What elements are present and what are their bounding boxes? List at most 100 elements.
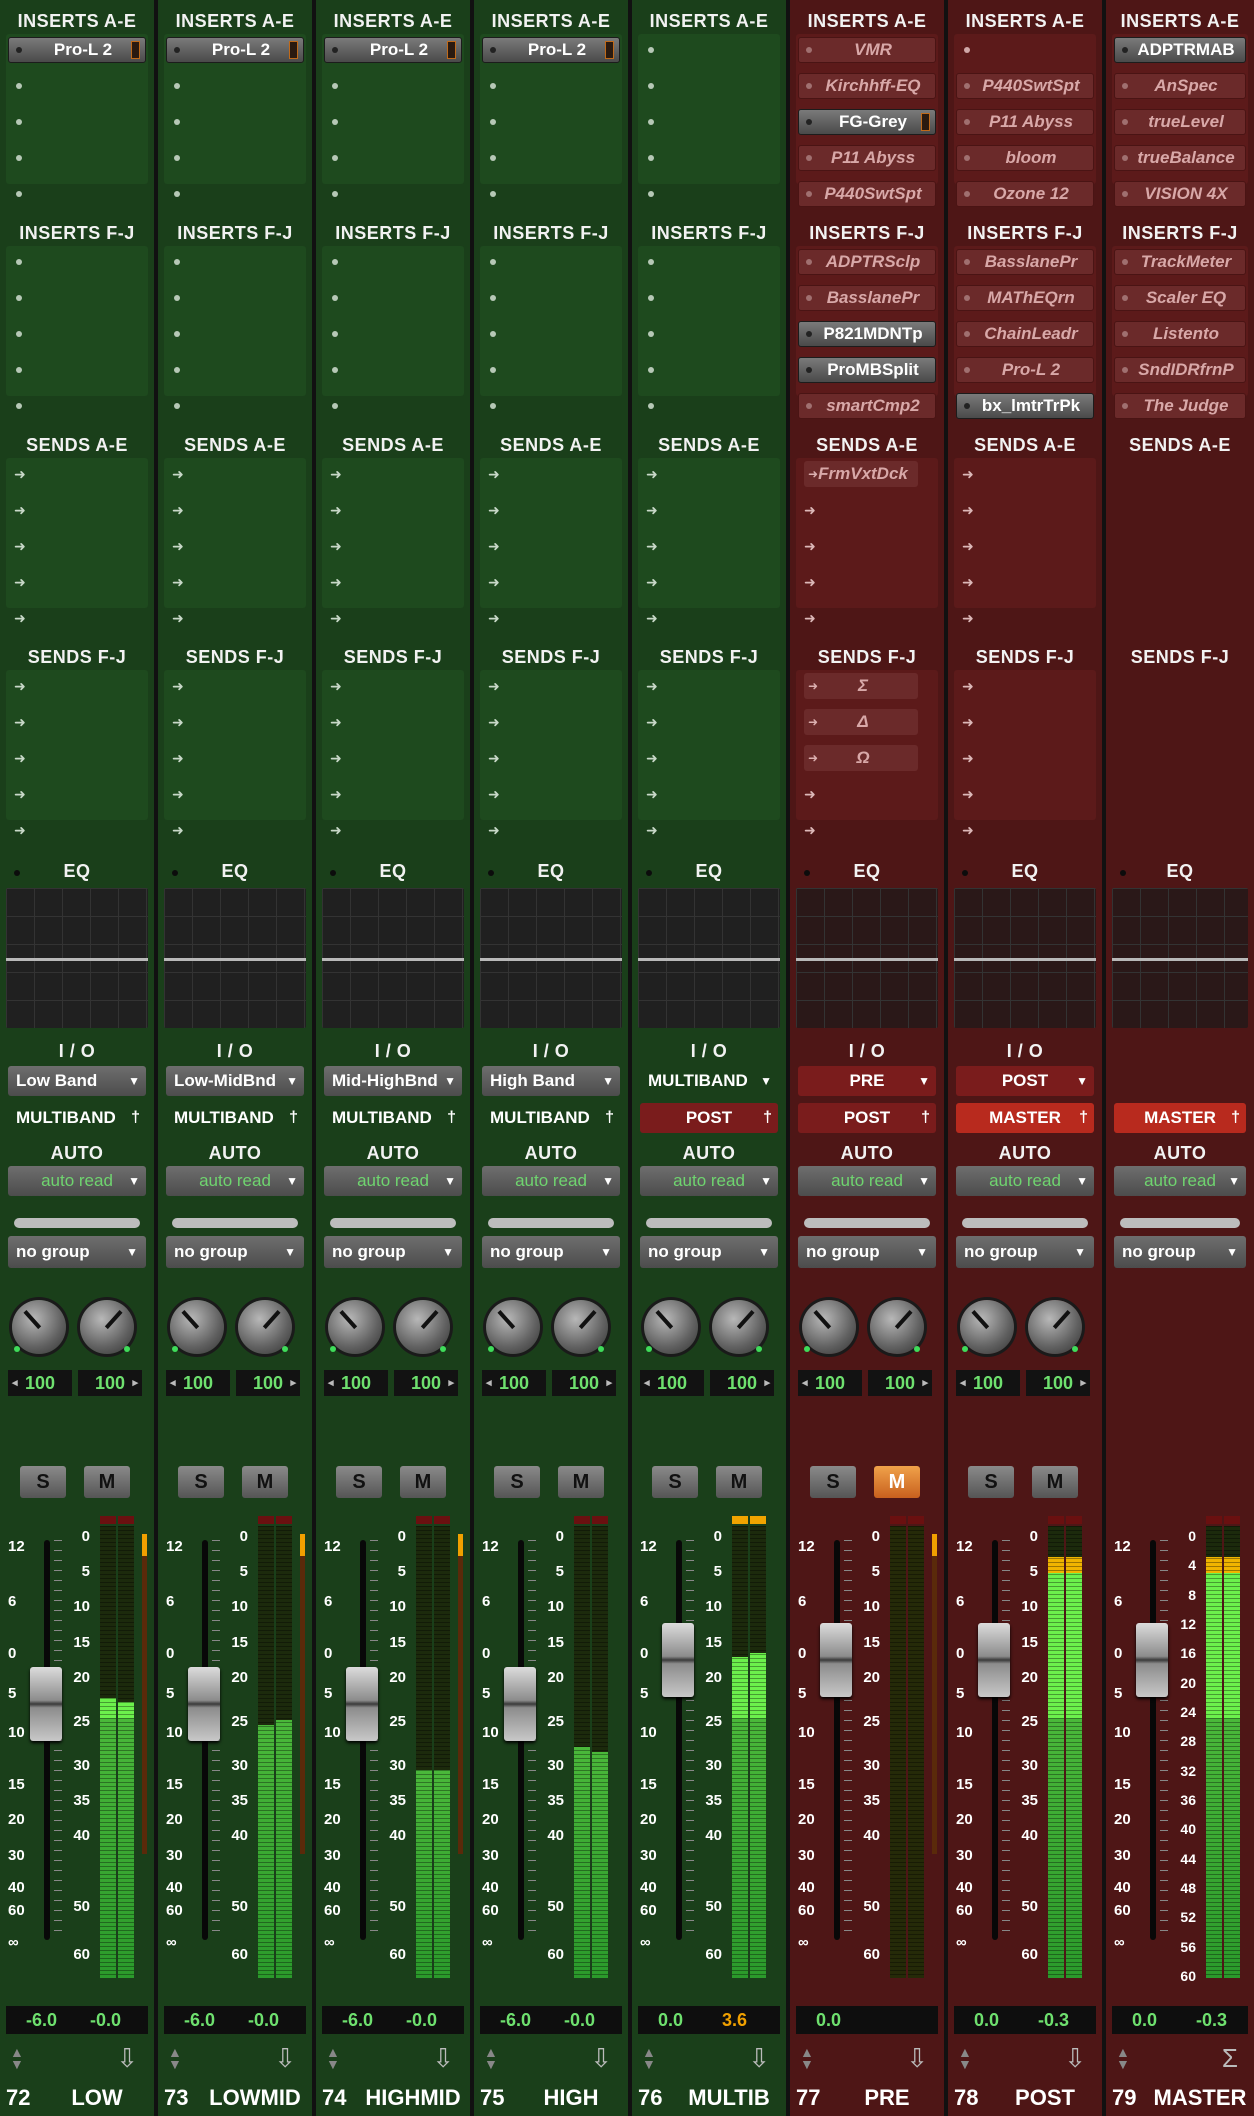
insert-slot[interactable] <box>164 72 306 100</box>
send-slot[interactable]: ➜ <box>164 604 306 632</box>
eq-enable-dot[interactable] <box>646 870 652 876</box>
send-slot[interactable]: ➜ <box>480 708 622 736</box>
clip-indicator[interactable] <box>416 1516 432 1524</box>
volume-fader[interactable] <box>188 1666 220 1741</box>
mute-button[interactable]: M <box>1032 1466 1078 1498</box>
peak-value[interactable]: -0.3 <box>1196 2006 1227 2034</box>
automation-mode-selector[interactable]: auto read ▼ <box>1114 1166 1246 1196</box>
resize-updown-icon[interactable]: ▲ ▼ <box>958 2045 972 2071</box>
send-slot[interactable]: ➜ <box>164 816 306 844</box>
send-slot[interactable]: ➜ FrmVxtDck <box>796 460 938 488</box>
arrow-down-icon[interactable]: ⇩ <box>590 2044 612 2072</box>
send-slot[interactable]: ➜ <box>796 816 938 844</box>
insert-slot[interactable]: trueBalance <box>1112 144 1248 172</box>
send-slot[interactable]: ➜ <box>480 568 622 596</box>
send-slot[interactable]: ➜ <box>322 816 464 844</box>
insert-slot[interactable]: ADPTRMAB <box>1112 36 1248 64</box>
insert-slot[interactable] <box>480 392 622 420</box>
send-slot[interactable]: ➜ <box>322 708 464 736</box>
resize-updown-icon[interactable]: ▲ ▼ <box>326 2045 340 2071</box>
solo-button[interactable]: S <box>810 1466 856 1498</box>
insert-slot[interactable] <box>322 284 464 312</box>
volume-fader[interactable] <box>662 1623 694 1698</box>
volume-fader[interactable] <box>820 1623 852 1698</box>
send-button[interactable]: ➜ FrmVxtDck <box>804 461 918 487</box>
send-slot[interactable]: ➜ <box>322 460 464 488</box>
plugin-bypass-dot[interactable] <box>1122 119 1128 125</box>
insert-slot[interactable]: Pro-L 2 <box>6 36 148 64</box>
arrow-down-icon[interactable]: ⇩ <box>906 2044 928 2072</box>
clip-indicator[interactable] <box>1066 1516 1082 1524</box>
insert-slot[interactable] <box>322 144 464 172</box>
pan-knob-right[interactable] <box>1028 1300 1082 1354</box>
resize-updown-icon[interactable]: ▲ ▼ <box>10 2045 24 2071</box>
pan-knob-left[interactable] <box>960 1300 1014 1354</box>
eq-enable-dot[interactable] <box>488 870 494 876</box>
insert-slot[interactable]: P440SwtSpt <box>796 180 938 208</box>
mute-button[interactable]: M <box>400 1466 446 1498</box>
plugin-button[interactable]: P440SwtSpt <box>798 181 936 207</box>
send-slot[interactable]: ➜ <box>954 532 1096 560</box>
insert-slot[interactable] <box>480 284 622 312</box>
solo-button[interactable]: S <box>178 1466 224 1498</box>
pan-knob-left[interactable] <box>644 1300 698 1354</box>
insert-slot[interactable] <box>6 144 148 172</box>
pan-value-right[interactable]: 100 ▸ <box>394 1370 458 1396</box>
output-selector[interactable]: MASTER † <box>1114 1103 1246 1133</box>
insert-slot[interactable] <box>322 72 464 100</box>
insert-slot[interactable]: Pro-L 2 <box>164 36 306 64</box>
fader-value[interactable]: -6.0 <box>184 2006 215 2034</box>
peak-value[interactable]: -0.3 <box>1038 2006 1069 2034</box>
clip-indicator[interactable] <box>100 1516 116 1524</box>
insert-slot[interactable] <box>322 248 464 276</box>
pan-value-left[interactable]: 100 ◂ <box>8 1370 72 1396</box>
send-slot[interactable]: ➜ <box>954 744 1096 772</box>
track-name-bar[interactable]: 75 HIGH <box>474 2080 628 2116</box>
insert-slot[interactable]: Pro-L 2 <box>954 356 1096 384</box>
fader-value[interactable]: -6.0 <box>500 2006 531 2034</box>
clip-indicator[interactable] <box>574 1516 590 1524</box>
plugin-bypass-dot[interactable] <box>16 47 22 53</box>
arrow-down-icon[interactable]: ⇩ <box>432 2044 454 2072</box>
pan-knob-right[interactable] <box>396 1300 450 1354</box>
clip-indicator[interactable] <box>1224 1516 1240 1524</box>
fader-value[interactable]: -6.0 <box>342 2006 373 2034</box>
plugin-button[interactable]: P11 Abyss <box>956 109 1094 135</box>
input-selector[interactable]: Low Band ▼ <box>8 1066 146 1096</box>
plugin-button[interactable]: ProMBSplit <box>798 357 936 383</box>
send-slot[interactable]: ➜ <box>322 780 464 808</box>
plugin-bypass-dot[interactable] <box>806 47 812 53</box>
volume-fader[interactable] <box>30 1666 62 1741</box>
eq-enable-dot[interactable] <box>172 870 178 876</box>
plugin-bypass-dot[interactable] <box>806 259 812 265</box>
solo-button[interactable]: S <box>968 1466 1014 1498</box>
insert-slot[interactable] <box>322 392 464 420</box>
output-selector[interactable]: POST † <box>640 1103 778 1133</box>
send-slot[interactable]: ➜ <box>164 744 306 772</box>
automation-mode-selector[interactable]: auto read ▼ <box>8 1166 146 1196</box>
resize-updown-icon[interactable]: ▲ ▼ <box>1116 2045 1130 2071</box>
eq-display[interactable] <box>6 888 148 1028</box>
plugin-button[interactable]: smartCmp2 <box>798 393 936 419</box>
clip-indicator[interactable] <box>890 1516 906 1524</box>
clip-indicator[interactable] <box>434 1516 450 1524</box>
insert-slot[interactable] <box>638 108 780 136</box>
send-slot[interactable]: ➜ <box>796 496 938 524</box>
automation-mode-selector[interactable]: auto read ▼ <box>956 1166 1094 1196</box>
plugin-button[interactable]: AnSpec <box>1114 73 1246 99</box>
plugin-button[interactable]: The Judge <box>1114 393 1246 419</box>
plugin-bypass-dot[interactable] <box>806 155 812 161</box>
plugin-button[interactable]: Pro-L 2 <box>324 37 462 63</box>
track-name-bar[interactable]: 77 PRE <box>790 2080 944 2116</box>
output-selector[interactable]: MULTIBAND † <box>482 1103 620 1133</box>
pan-value-right[interactable]: 100 ▸ <box>552 1370 616 1396</box>
solo-button[interactable]: S <box>652 1466 698 1498</box>
send-slot[interactable]: ➜ <box>954 672 1096 700</box>
send-slot[interactable]: ➜ <box>480 816 622 844</box>
track-name-bar[interactable]: 76 MULTIB <box>632 2080 786 2116</box>
insert-slot[interactable] <box>480 72 622 100</box>
insert-slot[interactable] <box>954 36 1096 64</box>
pan-knob-left[interactable] <box>328 1300 382 1354</box>
pan-knob-left[interactable] <box>170 1300 224 1354</box>
plugin-bypass-dot[interactable] <box>964 155 970 161</box>
